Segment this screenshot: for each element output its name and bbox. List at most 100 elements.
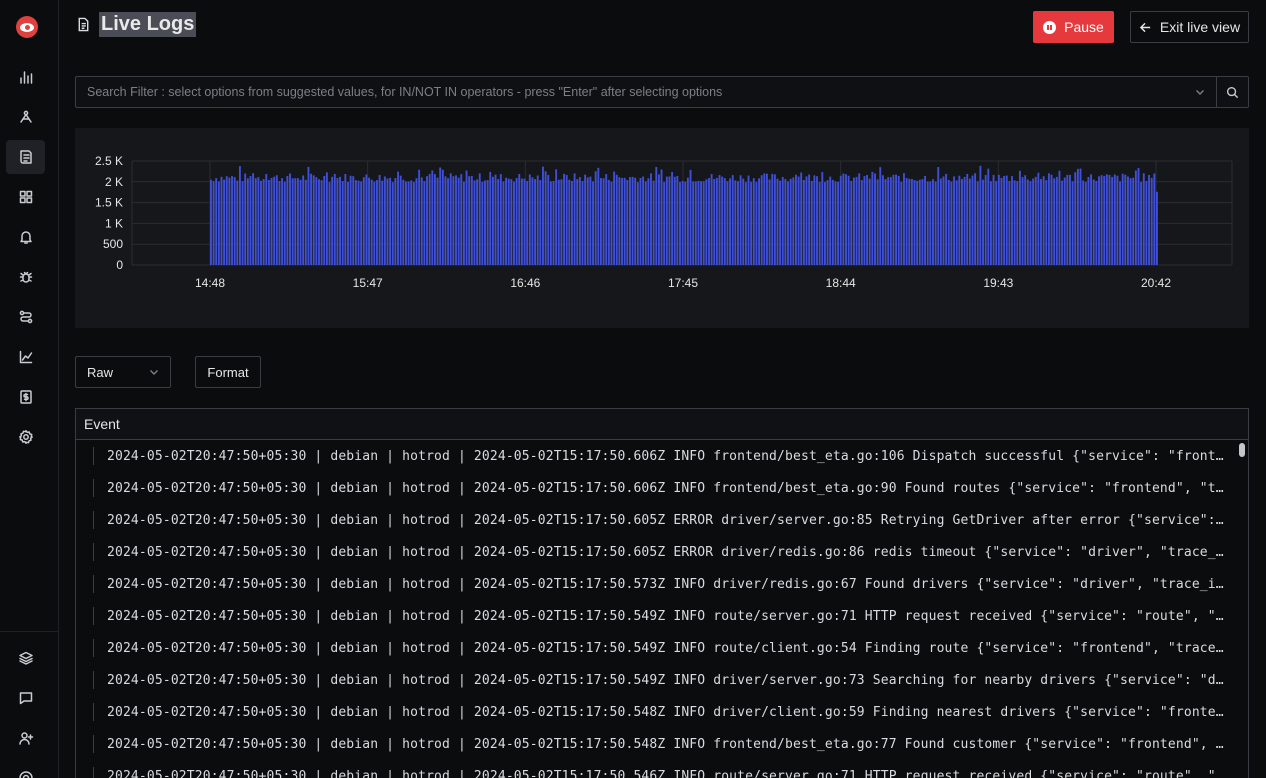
chart-bar[interactable]	[787, 181, 789, 265]
search-dropdown-toggle[interactable]	[1184, 77, 1216, 107]
chart-bar[interactable]	[657, 174, 660, 265]
chart-bar[interactable]	[971, 175, 974, 265]
chart-bar[interactable]	[1084, 181, 1087, 265]
chart-bar[interactable]	[858, 173, 861, 265]
chart-bar[interactable]	[410, 180, 413, 265]
chart-bar[interactable]	[376, 180, 378, 265]
chart-bar[interactable]	[584, 174, 587, 265]
chart-bar[interactable]	[399, 175, 402, 265]
chart-bar[interactable]	[526, 181, 529, 265]
chart-bar[interactable]	[491, 176, 494, 265]
log-row[interactable]: 2024-05-02T20:47:50+05:30 | debian | hot…	[76, 472, 1248, 504]
chart-bar[interactable]	[1024, 175, 1027, 265]
chart-bar[interactable]	[937, 167, 940, 265]
chart-bar[interactable]	[444, 176, 447, 265]
chart-bar[interactable]	[834, 181, 837, 265]
log-row[interactable]: 2024-05-02T20:47:50+05:30 | debian | hot…	[76, 568, 1248, 600]
chart-bar[interactable]	[942, 176, 945, 265]
chart-bar[interactable]	[1037, 172, 1040, 265]
search-input[interactable]	[76, 77, 1184, 107]
chart-bar[interactable]	[1050, 174, 1053, 265]
chart-bar[interactable]	[505, 177, 508, 265]
chart-bar[interactable]	[1145, 181, 1148, 265]
chart-bar[interactable]	[262, 178, 265, 265]
app-logo-icon[interactable]	[16, 16, 38, 38]
chart-bar[interactable]	[460, 174, 463, 265]
log-row[interactable]: 2024-05-02T20:47:50+05:30 | debian | hot…	[76, 440, 1248, 472]
chart-bar[interactable]	[879, 167, 882, 265]
chart-bar[interactable]	[1034, 176, 1037, 265]
chart-bar[interactable]	[462, 181, 465, 265]
chart-bar[interactable]	[210, 179, 212, 265]
chart-bar[interactable]	[415, 178, 418, 265]
chart-bar[interactable]	[628, 177, 631, 265]
chart-bar[interactable]	[953, 176, 955, 265]
chart-bar[interactable]	[781, 176, 784, 265]
chart-bar[interactable]	[273, 176, 276, 265]
chart-bar[interactable]	[618, 177, 621, 265]
chart-bar[interactable]	[252, 173, 255, 265]
chart-bar[interactable]	[1116, 175, 1119, 265]
chart-bar[interactable]	[916, 180, 919, 265]
chart-bar[interactable]	[275, 175, 278, 265]
chart-bar[interactable]	[241, 181, 244, 265]
chart-bar[interactable]	[307, 166, 310, 265]
sidebar-item-dashboards[interactable]	[6, 180, 45, 214]
chart-bar[interactable]	[797, 176, 800, 265]
chart-bar[interactable]	[1040, 178, 1042, 265]
chart-bar[interactable]	[939, 178, 942, 265]
chart-bar[interactable]	[776, 178, 779, 265]
chart-bar[interactable]	[1055, 176, 1058, 265]
chart-bar[interactable]	[473, 180, 476, 265]
chart-bar[interactable]	[457, 177, 460, 265]
chart-bar[interactable]	[212, 181, 215, 265]
chart-bar[interactable]	[639, 178, 642, 265]
chart-bar[interactable]	[568, 179, 571, 265]
chart-bar[interactable]	[426, 176, 428, 265]
chart-bar[interactable]	[283, 181, 286, 265]
chart-bar[interactable]	[531, 177, 534, 265]
chart-bar[interactable]	[433, 174, 436, 265]
chart-bar[interactable]	[1111, 177, 1114, 265]
chart-bar[interactable]	[383, 176, 386, 265]
chart-bar[interactable]	[1129, 178, 1132, 265]
log-row[interactable]: 2024-05-02T20:47:50+05:30 | debian | hot…	[76, 504, 1248, 536]
chart-bar[interactable]	[1137, 168, 1140, 265]
log-row[interactable]: 2024-05-02T20:47:50+05:30 | debian | hot…	[76, 696, 1248, 728]
chart-bar[interactable]	[331, 176, 334, 265]
log-row[interactable]: 2024-05-02T20:47:50+05:30 | debian | hot…	[76, 536, 1248, 568]
chart-bar[interactable]	[552, 180, 555, 265]
chart-bar[interactable]	[486, 180, 489, 265]
chart-bar[interactable]	[829, 176, 832, 265]
chart-bar[interactable]	[478, 173, 481, 265]
chart-bar[interactable]	[663, 182, 666, 265]
chart-bar[interactable]	[323, 175, 326, 265]
chart-bar[interactable]	[963, 176, 966, 265]
log-row[interactable]: 2024-05-02T20:47:50+05:30 | debian | hot…	[76, 728, 1248, 760]
chart-bar[interactable]	[850, 181, 853, 265]
sidebar-item-pipelines[interactable]	[6, 300, 45, 334]
chart-bar[interactable]	[826, 180, 829, 265]
chart-bar[interactable]	[686, 177, 689, 265]
chart-bar[interactable]	[1113, 174, 1116, 265]
exit-live-view-button[interactable]: Exit live view	[1130, 11, 1249, 43]
chart-bar[interactable]	[544, 171, 547, 265]
chart-bar[interactable]	[296, 178, 299, 265]
chart-bar[interactable]	[665, 176, 668, 265]
chart-bar[interactable]	[265, 173, 268, 265]
chart-bar[interactable]	[565, 174, 568, 265]
chart-bar[interactable]	[636, 182, 639, 265]
chart-bar[interactable]	[365, 174, 368, 265]
chart-bar[interactable]	[423, 181, 426, 265]
chart-bar[interactable]	[900, 181, 903, 265]
chart-bar[interactable]	[344, 174, 347, 265]
chart-bar[interactable]	[842, 173, 845, 265]
chart-bar[interactable]	[650, 173, 652, 265]
chart-bar[interactable]	[950, 181, 953, 265]
chart-bar[interactable]	[813, 175, 816, 265]
chart-bar[interactable]	[982, 179, 984, 265]
chart-bar[interactable]	[889, 177, 892, 265]
chart-bar[interactable]	[913, 179, 916, 265]
chart-bar[interactable]	[1011, 176, 1013, 265]
chart-bar[interactable]	[961, 178, 963, 265]
